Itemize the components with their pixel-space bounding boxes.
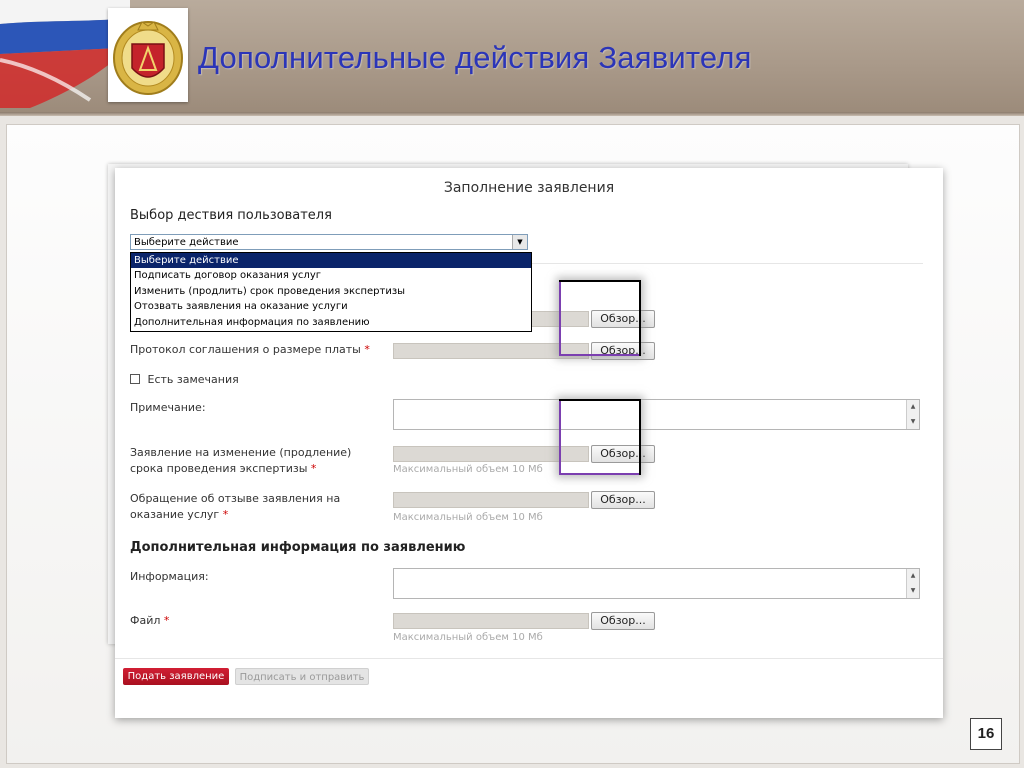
scroll-up-icon[interactable]: ▲ [907,400,919,415]
form-title: Заполнение заявления [443,180,615,196]
note-textarea[interactable]: ▲ ▼ [393,399,920,430]
max-size-hint: Максимальный объем 10 Мб [393,512,543,523]
slide-header: Дополнительные действия Заявителя [0,0,1024,116]
withdraw-request-browse-button[interactable]: Обзор... [591,491,655,509]
file-browse-button[interactable]: Обзор... [591,612,655,630]
dropdown-option-withdraw[interactable]: Отозвать заявления на оказание услуги [131,299,531,314]
info-label: Информация: [130,570,209,583]
action-select-value: Выберите действие [134,237,239,248]
required-mark: * [364,343,370,356]
highlight-box [559,399,641,475]
dropdown-option-sign-contract[interactable]: Подписать договор оказания услуг [131,268,531,283]
divider [115,658,943,659]
ministry-emblem-logo [108,8,188,102]
required-mark: * [222,508,229,521]
application-form-window: Заполнение заявления Выбор дествия польз… [115,168,943,718]
scroll-down-icon[interactable]: ▼ [907,415,919,430]
max-size-hint: Максимальный объем 10 Мб [393,632,543,643]
extra-info-section-label: Дополнительная информация по заявлению [130,540,466,555]
remarks-checkbox[interactable] [130,374,140,384]
dropdown-option-extend-term[interactable]: Изменить (продлить) срок проведения эксп… [131,284,531,299]
max-size-hint: Максимальный объем 10 Мб [393,464,543,475]
chevron-down-icon[interactable]: ▼ [512,235,527,249]
scroll-down-icon[interactable]: ▼ [907,584,919,599]
slide-title: Дополнительные действия Заявителя [198,40,752,75]
highlight-box [559,280,641,356]
note-label: Примечание: [130,401,206,414]
change-request-label: Заявление на изменение (продление) срока… [130,445,385,477]
required-mark: * [310,462,317,475]
withdraw-request-file-field[interactable] [393,492,589,508]
dropdown-option-choose[interactable]: Выберите действие [131,253,531,269]
sign-and-send-button[interactable]: Подписать и отправить [235,668,369,685]
required-mark: * [163,614,170,627]
note-scrollbar[interactable]: ▲ ▼ [906,400,919,429]
page-number: 16 [970,718,1002,750]
withdraw-request-label: Обращение об отзыве заявления на оказани… [130,491,385,523]
remarks-checkbox-label: Есть замечания [147,373,239,386]
info-textarea[interactable]: ▲ ▼ [393,568,920,599]
submit-application-button[interactable]: Подать заявление [123,668,229,685]
protocol-label: Протокол соглашения о размере платы * [130,342,390,358]
dropdown-option-extra-info[interactable]: Дополнительная информация по заявлению [131,315,531,330]
protocol-label-text: Протокол соглашения о размере платы [130,343,361,356]
action-section-label: Выбор дествия пользователя [130,208,332,223]
change-request-label-text: Заявление на изменение (продление) срока… [130,446,352,475]
withdraw-request-label-text: Обращение об отзыве заявления на оказани… [130,492,341,521]
file-label-text: Файл [130,614,161,627]
file-label: Файл * [130,613,390,629]
action-dropdown-list: Выберите действие Подписать договор оказ… [130,252,532,332]
file-field[interactable] [393,613,589,629]
remarks-checkbox-row[interactable]: Есть замечания [130,373,239,386]
scroll-up-icon[interactable]: ▲ [907,569,919,584]
action-select[interactable]: Выберите действие ▼ [130,234,528,250]
info-scrollbar[interactable]: ▲ ▼ [906,569,919,598]
emblem-icon [113,21,183,95]
